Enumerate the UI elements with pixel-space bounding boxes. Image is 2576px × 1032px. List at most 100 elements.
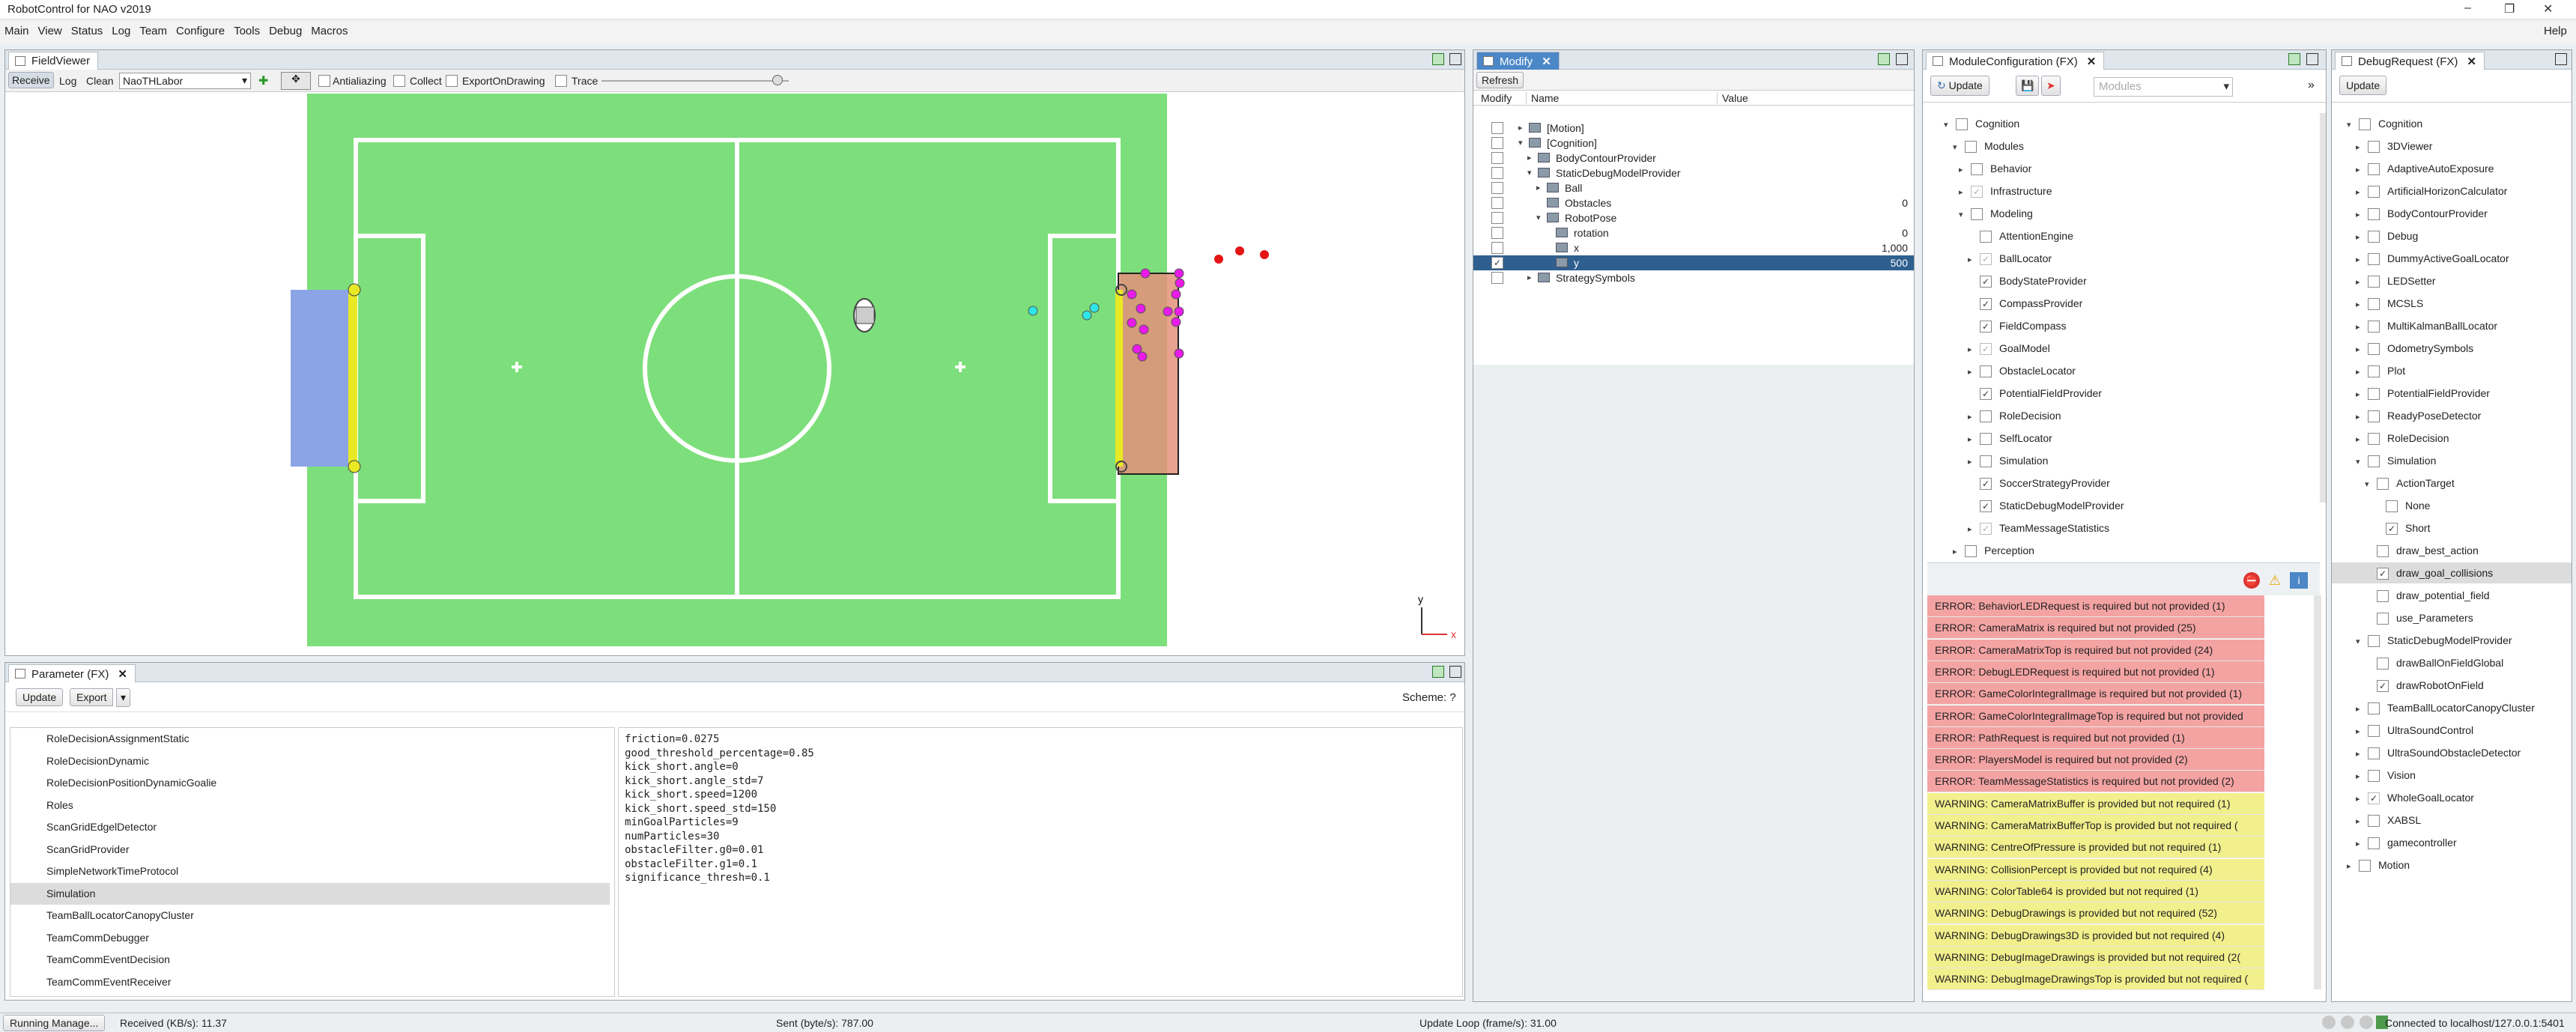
maximize-icon[interactable]: ❐	[2504, 1, 2515, 16]
expand-icon[interactable]: ▸	[2356, 721, 2368, 742]
expand-icon[interactable]: ▸	[1968, 429, 1980, 450]
module-tree-item[interactable]: ▸ RoleDecision	[1968, 405, 2061, 426]
modify-checkbox[interactable]	[1491, 227, 1503, 239]
tab-moduleconfig[interactable]: ModuleConfiguration (FX) ✕	[1926, 52, 2105, 70]
debug-tree-item[interactable]: draw_potential_field	[2332, 585, 2572, 606]
module-tree-item[interactable]: AttentionEngine	[1968, 225, 2073, 246]
modify-row[interactable]: x 1,000	[1473, 240, 1914, 255]
debug-checkbox[interactable]: ✓	[2377, 680, 2389, 693]
debug-checkbox[interactable]: ✓	[2368, 792, 2380, 805]
module-tree-item[interactable]: ▾ Cognition	[1944, 113, 2019, 134]
expand-icon[interactable]: ▸	[1968, 339, 1980, 360]
expand-icon[interactable]: ▾	[2347, 115, 2359, 136]
expand-icon[interactable]: ▸	[1959, 160, 1971, 180]
debug-tree-item[interactable]: ▸ DummyActiveGoalLocator	[2332, 248, 2572, 269]
debug-tree-item[interactable]: ▸ OdometrySymbols	[2332, 338, 2572, 359]
debug-checkbox[interactable]	[2368, 253, 2380, 266]
debug-checkbox[interactable]	[2368, 410, 2380, 423]
debug-checkbox[interactable]	[2368, 298, 2380, 311]
debug-checkbox[interactable]	[2368, 770, 2380, 783]
expand-icon[interactable]: ▾	[1527, 166, 1532, 180]
module-checkbox[interactable]	[1980, 410, 1992, 423]
debug-tree-item[interactable]: ▸ TeamBallLocatorCanopyCluster	[2332, 697, 2572, 718]
debug-checkbox[interactable]	[2368, 321, 2380, 333]
maximize-panel-icon[interactable]	[2306, 53, 2318, 65]
debug-tree-item[interactable]: ▸ XABSL	[2332, 810, 2572, 831]
tab-modify[interactable]: Modify ✕	[1476, 52, 1560, 70]
expand-icon[interactable]: ▸	[2356, 744, 2368, 765]
expand-icon[interactable]: ▸	[2356, 137, 2368, 158]
robot-select[interactable]: NaoTHLabor ▾	[119, 73, 251, 89]
undock-icon[interactable]	[1432, 53, 1444, 65]
debug-checkbox[interactable]	[2368, 141, 2380, 154]
running-manager-button[interactable]: Running Manage...	[3, 1015, 106, 1031]
expand-icon[interactable]: ▸	[1968, 519, 1980, 540]
debug-checkbox[interactable]	[2368, 455, 2380, 468]
update-button[interactable]: Update	[16, 688, 64, 706]
modify-checkbox[interactable]: ✓	[1491, 257, 1503, 269]
expand-icon[interactable]: ▸	[2356, 699, 2368, 720]
debug-tree-item[interactable]: drawBallOnFieldGlobal	[2332, 652, 2572, 673]
debug-checkbox[interactable]	[2368, 702, 2380, 715]
module-checkbox[interactable]	[1980, 433, 1992, 446]
expand-icon[interactable]: ▸	[1968, 452, 1980, 473]
modify-row[interactable]: ▸ Ball	[1473, 180, 1914, 195]
close-tab-icon[interactable]: ✕	[2087, 55, 2097, 68]
expand-icon[interactable]: ▸	[2356, 249, 2368, 270]
debug-checkbox[interactable]: ✓	[2377, 568, 2389, 580]
debug-tree-item[interactable]: ▸ PotentialFieldProvider	[2332, 383, 2572, 404]
modify-checkbox[interactable]	[1491, 137, 1503, 149]
debug-tree-item[interactable]: ✓ draw_goal_collisions	[2332, 562, 2572, 583]
module-checkbox[interactable]: ✓	[1980, 478, 1992, 491]
modify-row[interactable]: ✓ y 500	[1473, 255, 1914, 270]
close-tab-icon[interactable]: ✕	[1542, 55, 1551, 68]
debug-tree-item[interactable]: ▸ MCSLS	[2332, 293, 2572, 314]
maximize-panel-icon[interactable]	[2555, 53, 2567, 65]
debug-tree-item[interactable]: use_Parameters	[2332, 607, 2572, 628]
expand-icon[interactable]: ▸	[2356, 766, 2368, 787]
module-tree-scrollbar[interactable]	[2320, 113, 2326, 503]
module-tree-item[interactable]: ✓ FieldCompass	[1968, 315, 2066, 336]
expand-icon[interactable]: ▸	[2356, 160, 2368, 180]
receive-button[interactable]: Receive	[8, 72, 54, 88]
debug-checkbox[interactable]	[2386, 500, 2398, 513]
expand-icon[interactable]: ▸	[1959, 182, 1971, 203]
expand-icon[interactable]: ▾	[2365, 474, 2377, 495]
module-tree-item[interactable]: ▾ Modeling	[1959, 203, 2033, 224]
modify-checkbox[interactable]	[1491, 152, 1503, 164]
menu-debug[interactable]: Debug	[264, 21, 306, 41]
module-tree-item[interactable]: ▸ Perception	[1953, 540, 2034, 561]
module-tree-item[interactable]: ▸ ✓ BallLocator	[1968, 248, 2052, 269]
export-button[interactable]: Export	[70, 688, 114, 706]
module-tree-item[interactable]: ▸ SelfLocator	[1968, 428, 2052, 449]
debug-tree-item[interactable]: draw_best_action	[2332, 540, 2572, 561]
move-icon[interactable]: ✥	[281, 72, 311, 90]
save-icon[interactable]: 💾	[2016, 76, 2040, 96]
module-checkbox[interactable]	[1980, 365, 1992, 378]
modify-checkbox[interactable]	[1491, 272, 1503, 284]
expand-icon[interactable]: ▸	[2347, 856, 2359, 877]
modify-checkbox[interactable]	[1491, 182, 1503, 194]
expand-icon[interactable]: ▸	[1968, 407, 1980, 428]
debug-checkbox[interactable]	[2377, 658, 2389, 670]
trace-slider-thumb[interactable]	[772, 75, 783, 85]
debug-checkbox[interactable]	[2368, 208, 2380, 221]
modify-row[interactable]: ▾ [Cognition]	[1473, 136, 1914, 151]
debug-tree-item[interactable]: ▾ Simulation	[2332, 450, 2572, 471]
module-checkbox[interactable]: ✓	[1980, 276, 1992, 288]
log-button[interactable]: Log	[59, 75, 76, 87]
module-checkbox[interactable]	[1971, 163, 1983, 176]
debug-tree-item[interactable]: ▸ AdaptiveAutoExposure	[2332, 158, 2572, 179]
parameter-list-item[interactable]: ScanGridProvider	[10, 839, 610, 860]
menu-log[interactable]: Log	[107, 21, 135, 41]
expand-icon[interactable]: ▸	[2356, 204, 2368, 225]
messages-scrollbar[interactable]	[2314, 595, 2321, 989]
parameter-list-item[interactable]: SimpleNetworkTimeProtocol	[10, 860, 610, 882]
expand-icon[interactable]: ▾	[1953, 137, 1965, 158]
parameter-list-item[interactable]: TeamCommEventDecision	[10, 949, 610, 971]
modify-row[interactable]: ▸ [Motion]	[1473, 121, 1914, 136]
refresh-button[interactable]: Refresh	[1476, 72, 1524, 88]
parameter-list-item[interactable]: TeamBallLocatorCanopyCluster	[10, 905, 610, 926]
menu-status[interactable]: Status	[67, 21, 108, 41]
module-checkbox[interactable]: ✓	[1980, 500, 1992, 513]
